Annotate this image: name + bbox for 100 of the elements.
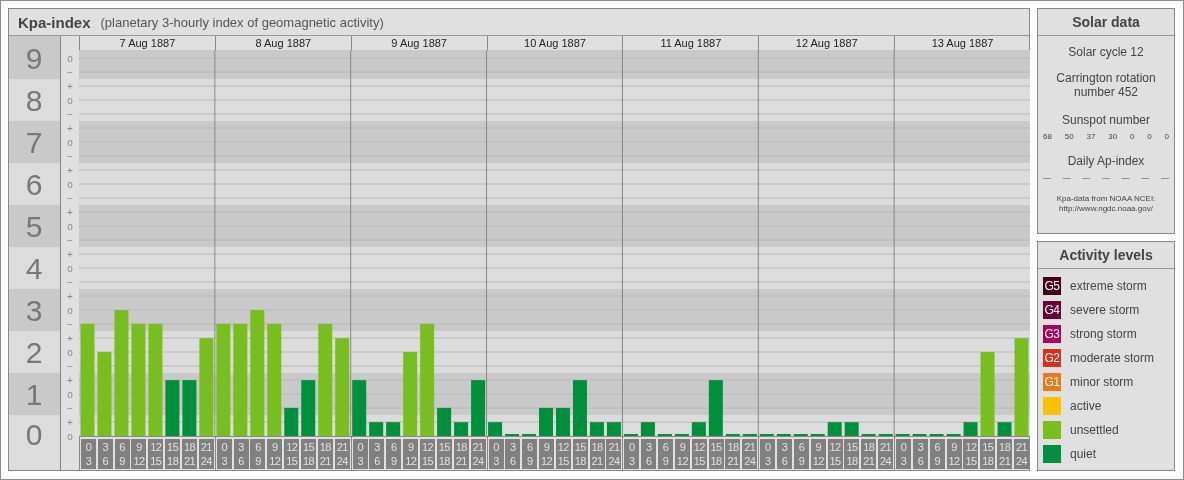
time-slot-label: 12 15 — [691, 439, 707, 469]
time-slot-label: 6 9 — [929, 439, 945, 469]
scale-digit: 7 — [25, 126, 43, 159]
sunspot-value: 30 — [1108, 132, 1118, 141]
scale-tick-label: − — [67, 235, 73, 246]
time-slot-label: 9 12 — [946, 439, 962, 469]
ap-index-value: — — [1082, 173, 1091, 182]
scale-digit: 0 — [25, 418, 43, 451]
time-slot-label: 15 18 — [572, 439, 588, 469]
scale-tick-label: + — [67, 207, 73, 218]
time-slot-label: 6 9 — [522, 439, 538, 469]
source-note: Kpa-data from NOAA NCEI: — [1056, 194, 1156, 204]
storm-level-badge: G3 — [1043, 325, 1061, 343]
scale-digit: 9 — [25, 42, 43, 75]
scale-tick-label: − — [67, 319, 73, 330]
time-slot-label: 0 3 — [760, 439, 776, 469]
sunspot-heading: Sunspot number — [1060, 113, 1152, 127]
time-slot-label: 15 18 — [980, 439, 996, 469]
time-slot-label: 3 6 — [641, 439, 657, 469]
time-slot-label: 6 9 — [386, 439, 402, 469]
time-slot-label: 21 24 — [198, 439, 214, 469]
scale-tick-label: − — [67, 361, 73, 372]
chart-subtitle: (planetary 3-hourly index of geomagnetic activity) — [100, 14, 384, 30]
time-slot-label: 15 18 — [436, 439, 452, 469]
time-slot-label: 3 6 — [369, 439, 385, 469]
ap-index-value: — — [1043, 173, 1051, 182]
scale-tick-label: − — [67, 277, 73, 288]
time-slot-label: 0 3 — [488, 439, 504, 469]
scale-digit: 4 — [25, 252, 43, 285]
carrington-rotation: Carrington rotation number 452 — [1055, 71, 1157, 99]
scale-tick-label: o — [67, 179, 73, 190]
ap-index-value: — — [1160, 173, 1169, 182]
scale-tick-label: − — [67, 193, 73, 204]
scale-tick-label: o — [67, 305, 73, 316]
sunspot-value: 0 — [1147, 132, 1152, 141]
scale-tick-label: + — [67, 81, 73, 92]
legend-label: extreme storm — [1070, 279, 1147, 293]
source-url: http://www.ngdc.noaa.gov/ — [1059, 204, 1153, 214]
time-slot-label: 18 21 — [453, 439, 469, 469]
time-slot-label: 3 6 — [912, 439, 928, 469]
scale-tick-label: o — [67, 263, 73, 274]
time-slot-label: 18 21 — [725, 439, 741, 469]
time-slot-label: 3 6 — [777, 439, 793, 469]
time-slot-label: 0 3 — [352, 439, 368, 469]
time-slot-label: 21 24 — [1014, 439, 1029, 469]
ap-index-value: — — [1121, 173, 1130, 182]
time-slot-label: 21 24 — [878, 439, 894, 469]
time-slot-label: 3 6 — [233, 439, 249, 469]
scale-tick-label: + — [67, 291, 73, 302]
time-slot-label: 9 12 — [674, 439, 690, 469]
time-slot-label: 21 24 — [470, 439, 486, 469]
storm-level-badge: G5 — [1043, 277, 1061, 295]
sunspot-value: 68 — [1043, 132, 1052, 141]
time-slot-label: 0 3 — [896, 439, 912, 469]
time-slot-label: 0 3 — [216, 439, 232, 469]
time-slot-label: 21 24 — [334, 439, 350, 469]
sunspot-value: 0 — [1129, 132, 1135, 141]
time-slot-label: 15 18 — [301, 439, 316, 469]
time-slot-label: 21 24 — [606, 439, 622, 469]
storm-level-badge: G4 — [1043, 301, 1061, 319]
panel-title: Activity levels — [1038, 242, 1174, 269]
scale-tick-label: o — [67, 137, 73, 148]
scale-digit: 3 — [25, 294, 43, 327]
time-slot-label: 12 15 — [420, 439, 435, 469]
scale-tick-label: − — [67, 109, 73, 120]
scale-digit: 6 — [25, 168, 43, 201]
scale-tick-label: + — [67, 165, 73, 176]
scale-tick-label: o — [67, 221, 73, 232]
time-slot-label: 18 21 — [861, 439, 877, 469]
time-slot-label: 18 21 — [317, 439, 333, 469]
scale-tick-label: + — [67, 123, 73, 134]
scale-tick-label: + — [67, 417, 73, 428]
scale-digit: 5 — [25, 210, 43, 243]
time-slot-label: 9 12 — [403, 439, 419, 469]
time-slot-label: 6 9 — [658, 439, 674, 469]
scale-digit: 8 — [25, 84, 43, 117]
scale-tick-label: + — [67, 249, 73, 260]
scale-tick-label: − — [67, 67, 73, 78]
time-slot-label: 9 12 — [539, 439, 555, 469]
scale-tick-label: o — [67, 431, 73, 442]
time-slot-label: 3 6 — [97, 439, 113, 469]
time-slot-label: 12 15 — [284, 439, 300, 469]
scale-tick-label: o — [67, 95, 73, 106]
sunspot-value: 0 — [1164, 132, 1169, 141]
legend-label: active — [1070, 399, 1102, 413]
chart-title: Kpa-index — [18, 13, 91, 31]
scale-tick-label: + — [67, 375, 73, 386]
legend-label: strong storm — [1070, 327, 1137, 341]
scale-tick-label: o — [67, 389, 73, 400]
legend-label: quiet — [1070, 447, 1097, 461]
time-slot-label: 9 12 — [131, 439, 147, 469]
scale-tick-label: o — [67, 347, 73, 358]
scale-tick-label: + — [67, 333, 73, 344]
time-slot-label: 12 15 — [963, 439, 979, 469]
legend-label: moderate storm — [1070, 351, 1155, 365]
sunspot-value: 50 — [1064, 132, 1074, 141]
time-slot-label: 9 12 — [810, 439, 826, 469]
time-slot-label: 0 3 — [624, 439, 640, 469]
time-slot-label: 18 21 — [997, 439, 1013, 469]
time-slot-label: 6 9 — [250, 439, 266, 469]
